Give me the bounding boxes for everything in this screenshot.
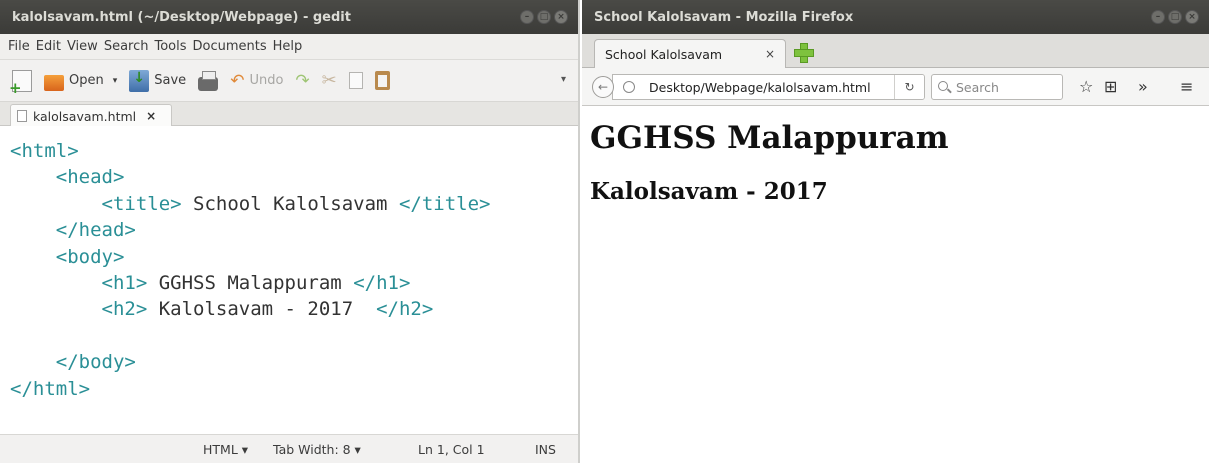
search-placeholder: Search	[956, 79, 999, 95]
menu-help[interactable]: Help	[273, 39, 303, 54]
tab-close-icon[interactable]: ×	[146, 109, 156, 123]
code-line: <h2> Kalolsavam - 2017 </h2>	[101, 298, 434, 321]
code-line: <title> School Kalolsavam </title>	[101, 192, 491, 215]
new-tab-icon[interactable]	[794, 43, 814, 63]
hamburger-menu-icon[interactable]: ≡	[1180, 77, 1193, 96]
insert-mode: INS	[535, 442, 556, 457]
code-line: <html>	[10, 140, 79, 162]
close-icon[interactable]: ×	[1185, 10, 1199, 24]
minimize-icon[interactable]: –	[1151, 10, 1165, 24]
firefox-window-controls: – □ ×	[1151, 10, 1199, 24]
gedit-window-controls: – □ ×	[520, 10, 568, 24]
menu-tools[interactable]: Tools	[154, 39, 186, 54]
bookmark-star-icon[interactable]: ☆	[1079, 77, 1093, 96]
arrow-left-icon: ←	[597, 80, 609, 94]
search-input[interactable]: Search	[931, 74, 1063, 100]
gedit-toolbar: Open ▾ Save ↶ Undo ↷ ✂ ▾	[0, 60, 578, 102]
menu-view[interactable]: View	[67, 39, 98, 54]
firefox-navbar: Desktop/Webpage/kalolsavam.html ↻ ← Sear…	[582, 68, 1209, 106]
page-heading-h2: Kalolsavam - 2017	[590, 178, 828, 205]
page-content: GGHSS Malappuram Kalolsavam - 2017	[582, 108, 1209, 463]
save-button[interactable]: Save	[129, 69, 187, 92]
redo-button[interactable]: ↷	[295, 71, 309, 91]
code-line: <head>	[55, 166, 125, 189]
open-button[interactable]: Open ▾	[44, 71, 117, 91]
back-button[interactable]: ←	[592, 76, 614, 98]
folder-icon	[44, 74, 64, 91]
tab-school-kalolsavam[interactable]: School Kalolsavam ×	[594, 39, 786, 69]
gedit-statusbar: HTML ▾ Tab Width: 8 ▾ Ln 1, Col 1 INS	[0, 434, 578, 463]
tab-width-selector[interactable]: Tab Width: 8 ▾	[273, 442, 361, 457]
code-line: <h1> GGHSS Malappuram </h1>	[101, 271, 411, 294]
menu-documents[interactable]: Documents	[193, 39, 267, 54]
undo-button[interactable]: ↶ Undo	[230, 71, 283, 91]
search-icon	[938, 81, 948, 91]
page-heading-h1: GGHSS Malappuram	[590, 120, 949, 156]
code-line: <body>	[55, 245, 125, 268]
close-icon[interactable]: ×	[554, 10, 568, 24]
save-icon	[129, 69, 150, 92]
copy-button[interactable]	[348, 72, 363, 89]
minimize-icon[interactable]: –	[520, 10, 534, 24]
menu-edit[interactable]: Edit	[36, 39, 61, 54]
reading-list-icon[interactable]: ⊞	[1104, 77, 1117, 96]
cursor-position: Ln 1, Col 1	[418, 442, 485, 457]
language-selector[interactable]: HTML ▾	[203, 442, 248, 457]
menu-file[interactable]: File	[8, 39, 30, 54]
code-line: </body>	[55, 351, 136, 374]
maximize-icon[interactable]: □	[1168, 10, 1182, 24]
code-editor[interactable]: <html> <head> <title> School Kalolsavam …	[0, 126, 578, 434]
gedit-titlebar[interactable]: kalolsavam.html (~/Desktop/Webpage) - ge…	[0, 0, 578, 34]
gedit-window: kalolsavam.html (~/Desktop/Webpage) - ge…	[0, 0, 580, 463]
firefox-titlebar[interactable]: School Kalolsavam - Mozilla Firefox – □ …	[582, 0, 1209, 34]
url-bar[interactable]: Desktop/Webpage/kalolsavam.html ↻	[612, 74, 925, 100]
printer-icon	[198, 70, 219, 91]
url-text: Desktop/Webpage/kalolsavam.html	[649, 79, 871, 95]
document-icon	[17, 110, 27, 122]
tab-label: kalolsavam.html	[33, 108, 137, 124]
gedit-tabstrip: kalolsavam.html ×	[0, 102, 578, 127]
redo-icon: ↷	[295, 70, 310, 91]
ff-tab-label: School Kalolsavam	[605, 47, 723, 62]
toolbar-overflow-icon[interactable]: ▾	[561, 74, 566, 85]
menu-search[interactable]: Search	[104, 39, 149, 54]
reload-icon[interactable]: ↻	[894, 75, 924, 99]
firefox-window-title: School Kalolsavam - Mozilla Firefox	[594, 9, 854, 25]
tab-close-icon[interactable]: ×	[765, 47, 775, 61]
overflow-chevron-icon[interactable]: »	[1138, 77, 1148, 96]
undo-label: Undo	[249, 73, 284, 88]
chevron-down-icon[interactable]: ▾	[113, 76, 118, 86]
new-document-button[interactable]	[9, 69, 32, 97]
print-button[interactable]	[198, 70, 219, 91]
clipboard-icon	[374, 71, 390, 90]
scissors-icon: ✂	[321, 70, 337, 91]
open-label: Open	[69, 73, 104, 88]
maximize-icon[interactable]: □	[537, 10, 551, 24]
paste-button[interactable]	[374, 71, 390, 90]
gedit-window-title: kalolsavam.html (~/Desktop/Webpage) - ge…	[12, 9, 351, 25]
globe-icon	[623, 81, 635, 93]
code-line: </html>	[10, 377, 91, 400]
new-document-icon	[9, 69, 32, 97]
undo-icon: ↶	[230, 70, 245, 91]
gedit-menubar: File Edit View Search Tools Documents He…	[0, 34, 578, 60]
tab-kalolsavam[interactable]: kalolsavam.html ×	[10, 104, 172, 127]
copy-icon	[348, 72, 363, 89]
code-line: </head>	[55, 219, 136, 242]
firefox-tabbar: School Kalolsavam ×	[582, 34, 1209, 69]
save-label: Save	[154, 73, 187, 88]
firefox-window: School Kalolsavam - Mozilla Firefox – □ …	[582, 0, 1209, 463]
cut-button[interactable]: ✂	[322, 70, 337, 91]
